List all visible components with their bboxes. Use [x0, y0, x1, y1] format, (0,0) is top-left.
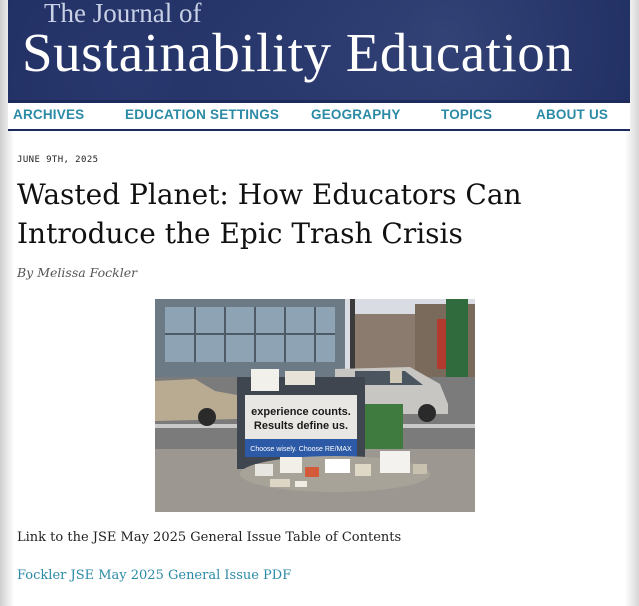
sign-text-3: Choose wisely. Choose RE/MAX — [250, 446, 352, 453]
article-date: JUNE 9TH, 2025 — [17, 155, 99, 165]
sign-text-1: experience counts. — [251, 406, 351, 418]
nav-archives[interactable]: ARCHIVES — [13, 107, 84, 122]
masthead-title: Sustainability Education — [22, 22, 574, 83]
nav-geography[interactable]: GEOGRAPHY — [311, 107, 401, 122]
nav-education-settings[interactable]: EDUCATION SETTINGS — [125, 107, 279, 122]
nav-topics[interactable]: TOPICS — [441, 107, 492, 122]
toc-link-text[interactable]: Link to the JSE May 2025 General Issue T… — [17, 530, 401, 545]
sign-text-2: Results define us. — [254, 420, 348, 432]
article-title: Wasted Planet: How Educators Can Introdu… — [17, 178, 522, 250]
article-byline: By Melissa Fockler — [17, 265, 138, 280]
masthead-banner[interactable]: The Journal of Sustainability Education — [8, 0, 630, 100]
article-photo: experience counts. Results define us. Ch… — [155, 299, 475, 512]
main-nav: ARCHIVES EDUCATION SETTINGS GEOGRAPHY TO… — [8, 100, 630, 131]
nav-about-us[interactable]: ABOUT US — [536, 107, 608, 122]
pdf-link[interactable]: Fockler JSE May 2025 General Issue PDF — [17, 568, 291, 583]
